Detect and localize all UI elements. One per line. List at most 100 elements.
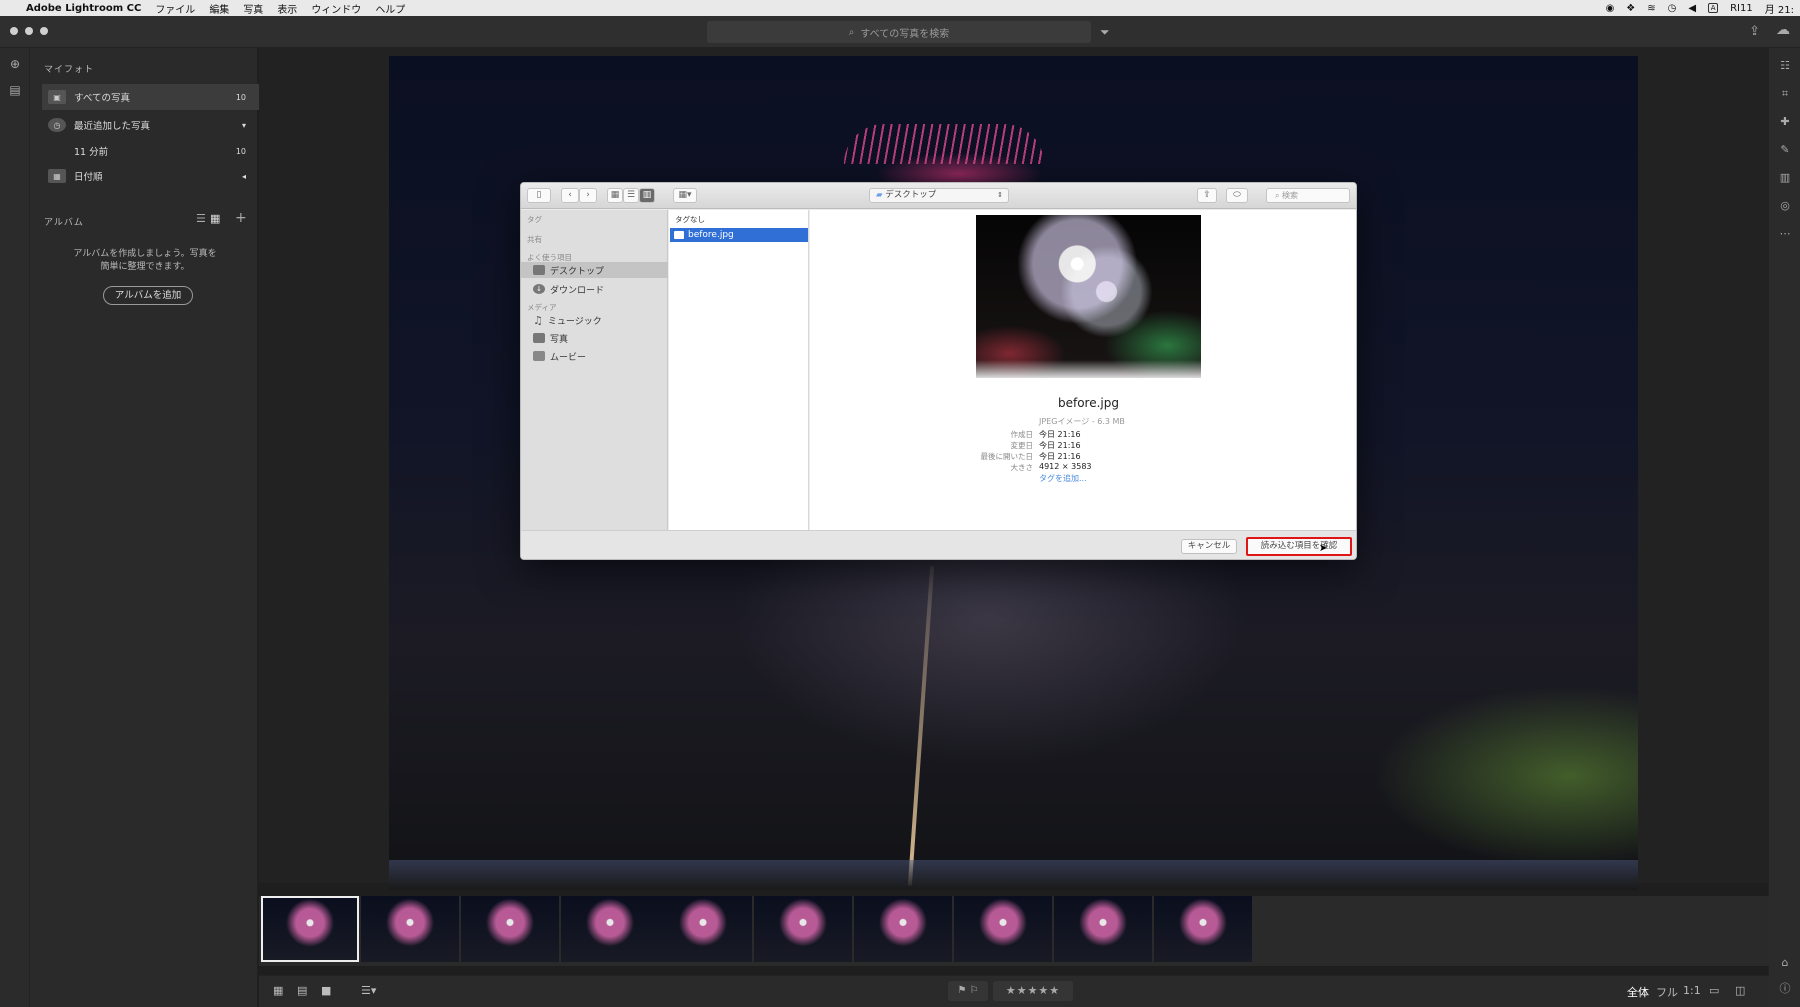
thumbnail[interactable]	[654, 896, 752, 962]
thumbnail[interactable]	[1154, 896, 1252, 962]
photo-search-input[interactable]: ⌕ すべての写真を検索	[707, 21, 1091, 43]
compare-icon[interactable]: ◫	[1735, 984, 1745, 997]
sidebar-toggle-icon[interactable]: ▯	[527, 188, 551, 203]
updown-icon: ⇕	[997, 191, 1003, 199]
dialog-sidebar: タグ 共有 よく使う項目 デスクトップ ↓ ダウンロード メディア ♫ ミュージ…	[521, 210, 668, 530]
file-name: before.jpg	[688, 230, 734, 240]
grid-view-icon[interactable]: ▦	[210, 212, 220, 225]
detail-view-icon[interactable]: ■	[321, 984, 331, 997]
linear-gradient-icon[interactable]: ▥	[1777, 170, 1793, 186]
view-full-button[interactable]: フル	[1656, 984, 1678, 1000]
back-icon[interactable]: ‹	[561, 188, 579, 203]
chevron-down-icon[interactable]: ▾	[242, 121, 246, 130]
thumbnail[interactable]	[754, 896, 852, 962]
crop-icon[interactable]: ⌗	[1777, 86, 1793, 102]
filter-icon[interactable]: ⏷	[1100, 25, 1110, 40]
library-icon[interactable]: ▤	[7, 82, 23, 98]
sidebar-item-all-photos[interactable]: ▣ すべての写真 10	[42, 84, 282, 110]
location-popup[interactable]: ▰ デスクトップ ⇕	[869, 188, 1009, 203]
grid-icon[interactable]: ▤	[297, 984, 307, 997]
menu-edit[interactable]: 編集	[209, 1, 229, 16]
close-window-button[interactable]	[10, 27, 18, 35]
sort-icon[interactable]: ☰▾	[361, 984, 376, 997]
music-icon: ♫	[533, 313, 543, 327]
minimize-window-button[interactable]	[25, 27, 33, 35]
menu-help[interactable]: ヘルプ	[375, 1, 405, 16]
record-icon[interactable]: ◉	[1606, 3, 1615, 14]
menubar: Adobe Lightroom CC ファイル 編集 写真 表示 ウィンドウ ヘ…	[0, 0, 1800, 16]
group-icon[interactable]: ▦▾	[673, 188, 697, 203]
firework-streak	[907, 566, 935, 886]
modified-value: 今日 21:16	[1039, 441, 1081, 450]
thumbnail[interactable]	[1054, 896, 1152, 962]
menu-file[interactable]: ファイル	[155, 1, 195, 16]
menu-view[interactable]: 表示	[277, 1, 297, 16]
column-view-icon[interactable]: ▥	[639, 188, 655, 203]
add-tag-link[interactable]: タグを追加...	[1039, 473, 1087, 484]
review-import-button[interactable]: 読み込む項目を確認	[1246, 537, 1352, 556]
square-grid-icon[interactable]: ▦	[273, 984, 283, 997]
sidebar-item-recent-11min[interactable]: 11 分前 10	[42, 138, 282, 164]
tag-icon[interactable]: ⬭	[1226, 188, 1248, 203]
share-icon[interactable]: ⇪	[1749, 24, 1760, 39]
add-photos-icon[interactable]: ⊕	[7, 56, 23, 72]
menubar-clock[interactable]: 月 21:	[1765, 1, 1794, 16]
size-value: 4912 × 3583	[1039, 462, 1092, 471]
thumbnail[interactable]	[561, 896, 659, 962]
thumbnail[interactable]	[854, 896, 952, 962]
app-name[interactable]: Adobe Lightroom CC	[26, 3, 141, 14]
chevron-left-icon[interactable]: ◂	[242, 172, 246, 181]
ground-lights	[389, 860, 1638, 890]
file-item-selected[interactable]: before.jpg	[670, 228, 808, 242]
more-icon[interactable]: ⋯	[1777, 226, 1793, 242]
add-album-button[interactable]: アルバムを追加	[103, 286, 193, 305]
sidebar-item-movies[interactable]: ムービー	[521, 348, 668, 364]
add-album-icon[interactable]: +	[235, 210, 247, 226]
radial-gradient-icon[interactable]: ◎	[1777, 198, 1793, 214]
menubar-user[interactable]: RI11	[1730, 3, 1753, 14]
thumbnail[interactable]	[261, 896, 359, 962]
sidebar-item-downloads[interactable]: ↓ ダウンロード	[521, 281, 668, 297]
volume-icon[interactable]: ◀	[1688, 3, 1696, 14]
share-icon[interactable]: ⇪	[1197, 188, 1217, 203]
view-1to1-button[interactable]: 1:1	[1683, 984, 1701, 997]
icon-view-icon[interactable]: ▦	[607, 188, 623, 203]
cancel-button[interactable]: キャンセル	[1181, 539, 1237, 554]
thumbnail[interactable]	[461, 896, 559, 962]
sidebar-item-recent[interactable]: ◷ 最近追加した写真 ▾	[42, 112, 282, 138]
menu-window[interactable]: ウィンドウ	[311, 1, 361, 16]
forward-icon[interactable]: ›	[579, 188, 597, 203]
open-file-dialog: ▯ ‹ › ▦ ☰ ▥ ▦▾ ▰ デスクトップ ⇕ ⇪ ⬭ ⌕ 検索 タグ 共有…	[520, 182, 1357, 560]
dialog-footer: キャンセル 読み込む項目を確認 ➤	[521, 530, 1356, 559]
film-icon	[533, 351, 545, 361]
dialog-search-input[interactable]: ⌕ 検索	[1266, 188, 1350, 203]
brush-icon[interactable]: ✎	[1777, 142, 1793, 158]
healing-brush-icon[interactable]: ✚	[1777, 114, 1793, 130]
info-icon[interactable]: ⓘ	[1777, 981, 1793, 997]
flag-buttons[interactable]: ⚑ ⚐	[948, 981, 988, 1001]
sidebar-item-label: すべての写真	[74, 93, 130, 104]
menu-photo[interactable]: 写真	[243, 1, 263, 16]
folder-icon: ▰	[876, 190, 886, 200]
zoom-window-button[interactable]	[40, 27, 48, 35]
thumbnail[interactable]	[954, 896, 1052, 962]
created-label: 作成日	[1010, 430, 1034, 439]
sidebar-item-desktop[interactable]: デスクトップ	[521, 262, 668, 278]
cloud-icon[interactable]: ☁	[1776, 22, 1790, 38]
list-view-icon[interactable]: ☰	[196, 212, 206, 225]
tag-icon[interactable]: ⌂	[1777, 955, 1793, 971]
thumbnail[interactable]	[361, 896, 459, 962]
view-all-button[interactable]: 全体	[1627, 984, 1649, 1000]
time-machine-icon[interactable]: ◷	[1668, 3, 1677, 14]
file-preview: before.jpg JPEGイメージ - 6.3 MB 作成日 今日 21:1…	[810, 210, 1356, 530]
star-rating[interactable]: ★★★★★	[993, 981, 1073, 1001]
list-view-icon[interactable]: ☰	[623, 188, 639, 203]
sidebar-item-by-date[interactable]: ▦ 日付順 ◂	[42, 163, 282, 189]
edit-sliders-icon[interactable]: ☷	[1777, 58, 1793, 74]
sidebar-item-music[interactable]: ♫ ミュージック	[521, 312, 668, 328]
filmstrip-toggle-icon[interactable]: ▭	[1709, 984, 1719, 997]
sidebar-item-photos[interactable]: 写真	[521, 330, 668, 346]
keyboard-input-icon[interactable]: A	[1708, 3, 1719, 13]
dropbox-icon[interactable]: ❖	[1626, 3, 1635, 14]
wifi-icon[interactable]: ≋	[1647, 3, 1655, 14]
